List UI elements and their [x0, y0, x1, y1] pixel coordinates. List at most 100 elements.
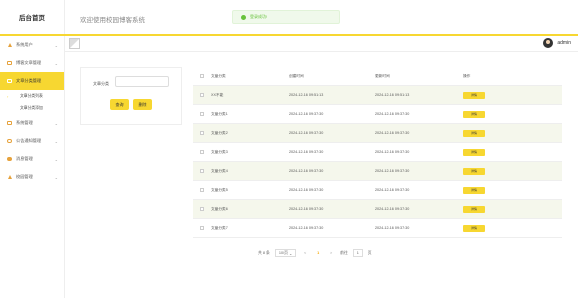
- sidebar-item-label: 校园管理: [16, 174, 33, 179]
- cell-category: 文章分类5: [211, 187, 228, 192]
- cell-category: 文章分类1: [211, 111, 228, 116]
- cell-created: 2024-12-16 09:37:30: [289, 207, 324, 211]
- row-checkbox[interactable]: [200, 188, 204, 192]
- cell-updated: 2024-12-16 09:37:30: [375, 188, 410, 192]
- category-search-input[interactable]: [115, 76, 169, 87]
- pagination-total: 共 8 条: [258, 250, 270, 255]
- cell-updated: 2024-12-16 09:51:13: [375, 93, 410, 97]
- row-checkbox[interactable]: [200, 169, 204, 173]
- sidebar-item-messages[interactable]: 消息管理 ⌄: [0, 150, 64, 168]
- sidebar-item-notice[interactable]: 公告通知管理 ⌄: [0, 132, 64, 150]
- detail-button[interactable]: 详情: [463, 148, 485, 156]
- detail-button[interactable]: 详情: [463, 110, 485, 118]
- row-checkbox[interactable]: [200, 93, 204, 97]
- table-row: 文章分类5 2024-12-16 09:37:30 2024-12-16 09:37…: [193, 181, 562, 200]
- next-page-button[interactable]: >: [327, 249, 335, 257]
- brand-home-link[interactable]: 后台首页: [0, 0, 65, 34]
- welcome-text: 欢迎使用校园博客系统: [80, 17, 145, 24]
- sidebar-subitem-label: 文章分类添加: [20, 105, 43, 110]
- cell-category: 文章分类7: [211, 225, 228, 230]
- settings-icon: [7, 120, 12, 126]
- sidebar-item-label: 系统管理: [16, 120, 33, 125]
- cell-created: 2024-12-16 09:37:30: [289, 150, 324, 154]
- sidebar: 系统用户 ⌄ 博客文章管理 ⌄ 文章分类管理 › 文章分类列表 文章分类添加 系…: [0, 36, 65, 298]
- sidebar-item-blog-articles[interactable]: 博客文章管理 ⌄: [0, 54, 64, 72]
- cell-updated: 2024-12-16 09:37:30: [375, 131, 410, 135]
- detail-button[interactable]: 详情: [463, 91, 485, 99]
- sidebar-item-label: 系统用户: [16, 42, 33, 47]
- sidebar-item-system-users[interactable]: 系统用户 ⌄: [0, 36, 64, 54]
- cell-updated: 2024-12-16 09:37:30: [375, 169, 410, 173]
- cell-category: 文章分类3: [211, 149, 228, 154]
- column-header-category: 文章分类: [211, 73, 226, 78]
- detail-button[interactable]: 详情: [463, 167, 485, 175]
- delete-button[interactable]: 删除: [133, 99, 152, 110]
- success-icon: [241, 14, 246, 20]
- sidebar-subitem-category-add[interactable]: 文章分类添加: [0, 102, 64, 114]
- row-select-cell: [193, 112, 211, 116]
- detail-button[interactable]: 详情: [463, 224, 485, 232]
- goto-label: 前往: [340, 250, 348, 255]
- document-icon: [7, 60, 12, 66]
- row-select-cell: [193, 188, 211, 192]
- row-select-cell: [193, 226, 211, 230]
- row-select-cell: [193, 169, 211, 173]
- row-select-cell: [193, 131, 211, 135]
- cell-category: 文章分类4: [211, 168, 228, 173]
- avatar[interactable]: [543, 38, 554, 48]
- column-header-created[interactable]: 创建时间: [289, 74, 375, 79]
- cell-updated: 2024-12-16 09:37:30: [375, 150, 410, 154]
- sidebar-subitem-label: 文章分类列表: [20, 93, 43, 98]
- search-button[interactable]: 查询: [110, 99, 129, 110]
- sidebar-subitem-category-list[interactable]: › 文章分类列表: [0, 90, 64, 102]
- table-row: 文章分类2 2024-12-16 09:37:30 2024-12-16 09:37…: [193, 124, 562, 143]
- chevron-down-icon: ⌄: [54, 139, 58, 144]
- page-size-value: 10/页: [278, 250, 288, 255]
- row-select-cell: [193, 93, 211, 97]
- row-select-cell: [193, 207, 211, 211]
- row-checkbox[interactable]: [200, 112, 204, 116]
- row-select-cell: [193, 150, 211, 154]
- sidebar-item-campus[interactable]: 校园管理 ⌄: [0, 168, 64, 186]
- table-body: XX不能 2024-12-16 09:51:13 2024-12-16 09:51:…: [193, 86, 562, 238]
- table-row: XX不能 2024-12-16 09:51:13 2024-12-16 09:51:…: [193, 86, 562, 105]
- cell-created: 2024-12-16 09:37:30: [289, 188, 324, 192]
- table-row: 文章分类6 2024-12-16 09:37:30 2024-12-16 09:37…: [193, 200, 562, 219]
- category-table: 文章分类 创建时间 更新时间 操作 XX不能 2024-12-16 09:51:1…: [193, 67, 562, 238]
- user-menu[interactable]: admin: [543, 38, 571, 48]
- row-checkbox[interactable]: [200, 226, 204, 230]
- cell-updated: 2024-12-16 09:37:30: [375, 226, 410, 230]
- column-header-actions: 操作: [463, 73, 471, 78]
- detail-button[interactable]: 详情: [463, 205, 485, 213]
- success-toast: 登录成功!: [232, 10, 340, 24]
- table-row: 文章分类4 2024-12-16 09:37:30 2024-12-16 09:37…: [193, 162, 562, 181]
- table-row: 文章分类7 2024-12-16 09:37:30 2024-12-16 09:37…: [193, 219, 562, 238]
- row-checkbox[interactable]: [200, 131, 204, 135]
- cell-actions: 详情: [463, 224, 562, 232]
- row-checkbox[interactable]: [200, 150, 204, 154]
- sidebar-item-label: 文章分类管理: [16, 78, 42, 83]
- goto-page-input[interactable]: 1: [352, 249, 363, 257]
- row-checkbox[interactable]: [200, 207, 204, 211]
- chevron-down-icon: ⌄: [54, 43, 58, 48]
- toast-message: 登录成功!: [250, 14, 268, 19]
- detail-button[interactable]: 详情: [463, 186, 485, 194]
- sidebar-item-system-manage[interactable]: 系统管理 ⌄: [0, 114, 64, 132]
- username[interactable]: admin: [557, 40, 571, 46]
- collapse-sidebar-icon[interactable]: [69, 38, 80, 49]
- sidebar-item-article-category[interactable]: 文章分类管理: [0, 72, 64, 90]
- select-all-checkbox[interactable]: [200, 74, 204, 78]
- sidebar-item-label: 公告通知管理: [16, 138, 42, 143]
- prev-page-button[interactable]: <: [301, 249, 309, 257]
- person-icon: [7, 175, 12, 180]
- page-number[interactable]: 1: [314, 249, 322, 257]
- page-size-select[interactable]: 10/页 ⌄: [274, 249, 297, 257]
- table-row: 文章分类1 2024-12-16 09:37:30 2024-12-16 09:37…: [193, 105, 562, 124]
- cell-created: 2024-12-16 09:37:30: [289, 169, 324, 173]
- column-header-updated[interactable]: 更新时间: [375, 74, 463, 79]
- pagination: 共 8 条 10/页 ⌄ < 1 > 前往 1 页: [258, 248, 377, 258]
- detail-button[interactable]: 详情: [463, 129, 485, 137]
- cell-created: 2024-12-16 09:37:30: [289, 226, 324, 230]
- sidebar-item-label: 消息管理: [16, 156, 33, 161]
- chevron-down-icon: ⌄: [54, 175, 58, 180]
